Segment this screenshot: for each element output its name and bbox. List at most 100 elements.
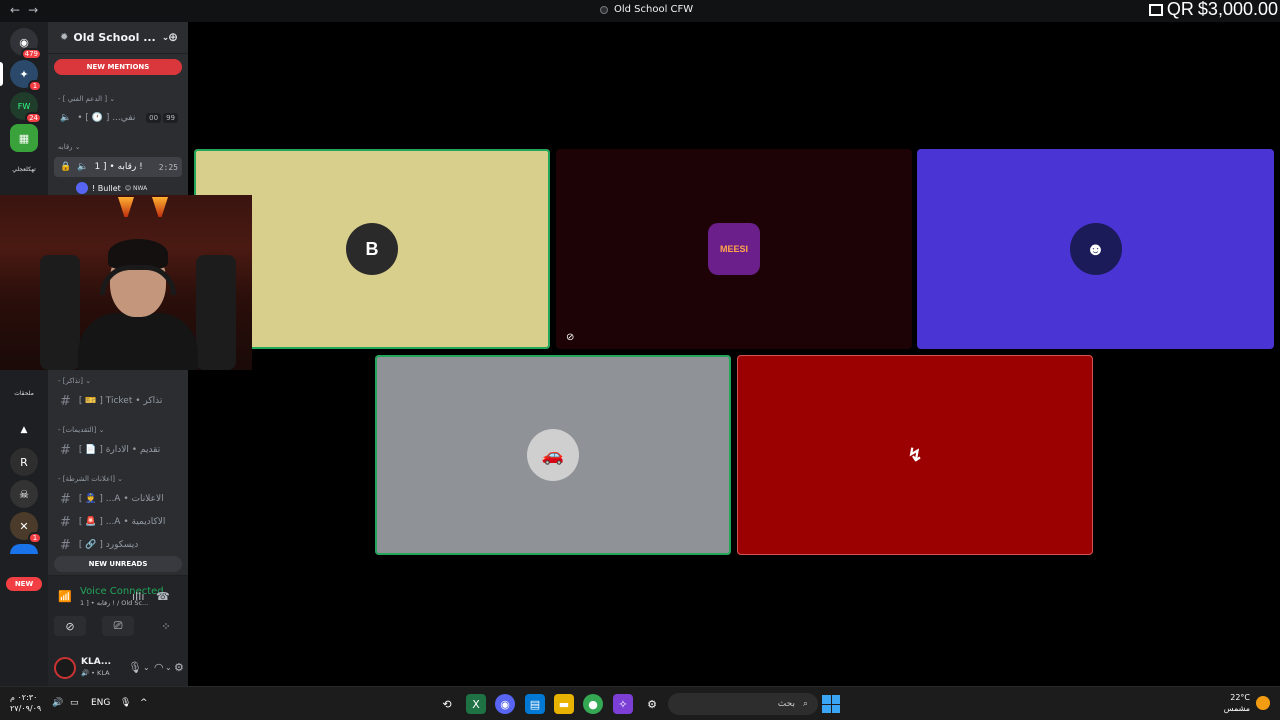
- settings-gear-icon[interactable]: ⚙: [174, 661, 184, 674]
- network-icon[interactable]: ▭: [70, 698, 79, 708]
- money-counter: $3,000.00: [1197, 0, 1278, 19]
- camera-off-icon: ⊘: [566, 332, 575, 343]
- avatar: ↯: [889, 429, 941, 481]
- weather-widget[interactable]: 22°C مشمس: [1224, 692, 1270, 714]
- app-chrome-icon[interactable]: ●: [583, 694, 603, 714]
- channel-academy[interactable]: # [ 🚨 ] ...A • الاكاديمية: [54, 512, 182, 532]
- app-settings-icon[interactable]: ⚙: [642, 694, 662, 714]
- dm-home-button[interactable]: ◉ 479: [10, 28, 42, 60]
- category-control[interactable]: رقابه ⌄: [58, 143, 81, 151]
- mic-tray-icon[interactable]: 🎙: [120, 698, 131, 708]
- server-icon-2[interactable]: FW 24: [10, 92, 42, 124]
- app-store-icon[interactable]: ▤: [525, 694, 545, 714]
- app-copilot-icon[interactable]: ✧: [613, 694, 633, 714]
- lamp-decoration: [152, 197, 168, 217]
- volume-icon[interactable]: 🔊: [52, 698, 63, 708]
- noise-suppression-icon[interactable]: ıIlı: [132, 590, 144, 603]
- screen-share-button[interactable]: ⎚: [102, 616, 134, 636]
- server-1-icon: ✦: [19, 67, 29, 81]
- tile-user-meesi[interactable]: MEESI ⊘: [556, 149, 912, 349]
- system-clock[interactable]: ٠٢:٣٠ م ٢٧/٠٩/٠٩: [10, 692, 41, 714]
- channel-control-voice[interactable]: 🔒 🔈 رقابه • [ 1 ! 2:25: [54, 157, 182, 177]
- category-submissions[interactable]: - [التقديمات] ⌄: [58, 426, 104, 434]
- voice-connected-title: Voice Connected: [80, 586, 164, 597]
- channel-label: [ 🎫 ] Ticket • تذاكر: [78, 396, 163, 406]
- channel-support-voice[interactable]: 🔈 • [ 🕐 ] ...نفي 00 99: [54, 108, 182, 128]
- category-tickets[interactable]: - [تذاكر] ⌄: [58, 377, 91, 385]
- avatar: B: [346, 223, 398, 275]
- new-unreads-pill[interactable]: NEW UNREADS: [54, 556, 182, 572]
- screen-share-icon: ⎚: [113, 619, 123, 632]
- hash-icon: #: [60, 442, 71, 458]
- server-icon-8[interactable]: [10, 544, 38, 554]
- forward-arrow-icon[interactable]: →: [28, 3, 46, 17]
- channel-ads[interactable]: # [ 👮 ] ...A • الاعلانات: [54, 489, 182, 509]
- language-indicator[interactable]: ENG: [91, 698, 110, 708]
- streamer-body: [78, 313, 198, 370]
- voice-panel: 📶 Voice Connected رقابه • [ 1 ! / Old Sc…: [48, 575, 188, 686]
- channel-label: رقابه • [ 1 !: [94, 162, 143, 172]
- folder-label-1: تهكلعجلي: [12, 166, 36, 173]
- windows-logo-quad: [831, 695, 840, 704]
- category-police[interactable]: - [اعلانات الشرطة] ⌄: [58, 475, 123, 483]
- back-arrow-icon[interactable]: ←: [10, 3, 28, 17]
- tile-user-red[interactable]: ↯: [737, 355, 1093, 555]
- user-name[interactable]: KLA...: [81, 657, 111, 667]
- app-explorer-icon[interactable]: ▬: [554, 694, 574, 714]
- signal-icon[interactable]: 📶: [58, 590, 72, 603]
- discord-icon: ◉: [19, 35, 29, 49]
- server-icon-7[interactable]: ✕ 1: [10, 512, 42, 544]
- server-3-icon: ▦: [18, 131, 30, 145]
- chevron-down-icon[interactable]: ⌄: [165, 663, 172, 672]
- chevron-up-icon[interactable]: ^: [140, 698, 148, 708]
- server-icon-3[interactable]: ▦: [10, 124, 38, 152]
- clock-time: ٠٢:٣٠ م: [10, 693, 38, 702]
- app-excel-icon[interactable]: X: [466, 694, 486, 714]
- weather-condition: مشمس: [1223, 704, 1250, 713]
- server-icon-1[interactable]: ✦ 1: [10, 60, 42, 92]
- camera-off-button[interactable]: ⊘: [54, 616, 86, 636]
- start-button[interactable]: [822, 695, 840, 713]
- taskbar-search[interactable]: بحث ⌕: [668, 693, 818, 715]
- server-header[interactable]: ✹ Old School ... ⌄ ⊕: [48, 22, 188, 54]
- user-status: 🔊 • KLA: [81, 669, 110, 677]
- sun-icon: [1256, 696, 1270, 710]
- avatar[interactable]: [54, 657, 76, 679]
- mention-badge: 479: [20, 48, 42, 60]
- nav-arrows[interactable]: ←→: [10, 3, 46, 17]
- channel-submissions[interactable]: # [ 📄 ] تقديم • الادارة: [54, 440, 182, 460]
- disconnect-icon[interactable]: ☎: [156, 590, 170, 603]
- server-icon-4[interactable]: ▲: [10, 416, 38, 444]
- channel-tickets[interactable]: # [ 🎫 ] Ticket • تذاكر: [54, 391, 182, 411]
- headphones-icon[interactable]: ◠: [154, 661, 164, 674]
- category-support[interactable]: - [ الدعم الفني ] ⌄: [58, 95, 115, 103]
- chair: [196, 255, 236, 370]
- app-recorder-icon[interactable]: ⟲: [437, 694, 457, 714]
- server-icon-5[interactable]: R: [10, 448, 38, 476]
- speaker-icon: 🔈: [77, 162, 89, 172]
- avatar: [76, 182, 88, 194]
- activities-button[interactable]: ⁘: [150, 616, 182, 636]
- tile-user-3[interactable]: ☻: [917, 149, 1274, 349]
- screen: ←→ Old School CFW QR $3,000.00 ◉ 479 ✦ 1…: [0, 0, 1280, 720]
- new-mentions-pill[interactable]: NEW MENTIONS: [54, 59, 182, 75]
- chevron-down-icon[interactable]: ⌄: [143, 663, 150, 672]
- server-2-icon: FW: [17, 101, 31, 111]
- voice-member[interactable]: ! Bullet 😊 NWA: [76, 182, 147, 194]
- server-name: Old School ...: [73, 31, 156, 44]
- channel-discord[interactable]: # [ 🔗 ] ديسكورد: [54, 535, 182, 555]
- microphone-icon[interactable]: 🎙: [128, 661, 142, 674]
- hash-icon: #: [60, 393, 71, 409]
- hash-icon: #: [60, 491, 71, 507]
- streamer-webcam: [0, 195, 252, 370]
- invite-icon[interactable]: ⊕: [168, 30, 178, 44]
- new-servers-pill[interactable]: NEW: [6, 577, 42, 591]
- windows-logo-quad: [831, 704, 840, 713]
- server-icon-6[interactable]: ☠: [10, 480, 38, 508]
- tile-user-car[interactable]: 🚗: [375, 355, 731, 555]
- member-tag: 😊 NWA: [124, 184, 148, 192]
- app-discord-icon[interactable]: ◉: [495, 694, 515, 714]
- channel-label: [ 🔗 ] ديسكورد: [78, 540, 139, 550]
- channel-label: [ 🚨 ] ...A • الاكاديمية: [78, 517, 166, 527]
- lock-icon: 🔒: [60, 162, 72, 172]
